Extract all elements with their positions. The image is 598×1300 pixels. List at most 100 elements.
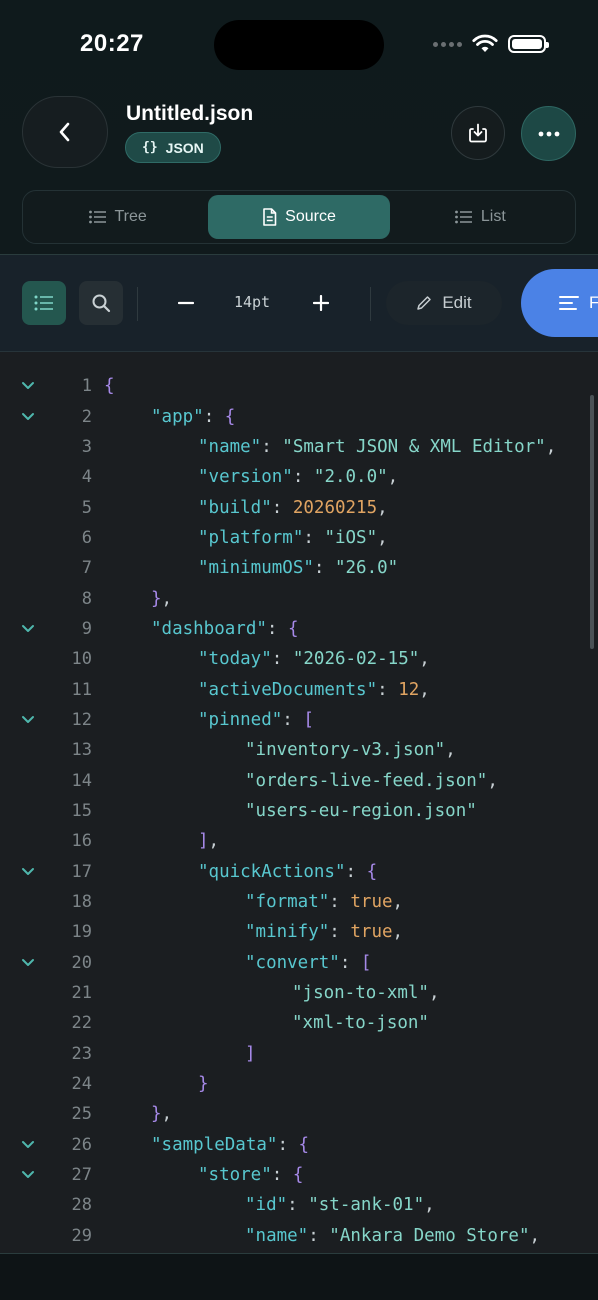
code-view[interactable]: 1{2 "app": {3 "name": "Smart JSON & XML Ed… bbox=[0, 371, 598, 1251]
format-badge: {} JSON bbox=[125, 132, 221, 163]
code-line[interactable]: 5 "build": 20260215, bbox=[0, 492, 598, 522]
code-token: [ bbox=[303, 709, 314, 730]
code-token: , bbox=[487, 770, 498, 791]
code-token: , bbox=[377, 497, 388, 518]
code-line[interactable]: 17 "quickActions": { bbox=[0, 857, 598, 887]
list-bullet-icon bbox=[88, 210, 106, 224]
fold-chevron-icon[interactable] bbox=[20, 864, 36, 880]
dynamic-island bbox=[214, 20, 384, 70]
code-line[interactable]: 23] bbox=[0, 1039, 598, 1069]
line-number: 8 bbox=[81, 588, 92, 609]
code-token: "users-eu-region.json" bbox=[245, 800, 477, 821]
code-line[interactable]: 11 "activeDocuments": 12, bbox=[0, 674, 598, 704]
fold-chevron-icon[interactable] bbox=[20, 378, 36, 394]
line-content: "minimumOS": "26.0" bbox=[104, 558, 576, 578]
list-bullet-icon bbox=[454, 210, 472, 224]
code-line[interactable]: 8}, bbox=[0, 583, 598, 613]
fold-chevron-icon[interactable] bbox=[20, 955, 36, 971]
line-content: } bbox=[104, 1074, 576, 1094]
code-token: "orders-live-feed.json" bbox=[245, 770, 488, 791]
code-line[interactable]: 25}, bbox=[0, 1099, 598, 1129]
back-button[interactable] bbox=[22, 96, 108, 168]
line-content: }, bbox=[104, 589, 576, 609]
line-number: 18 bbox=[71, 892, 92, 913]
code-line[interactable]: 29 "name": "Ankara Demo Store", bbox=[0, 1221, 598, 1251]
more-options-button[interactable] bbox=[521, 106, 576, 161]
fold-chevron-icon[interactable] bbox=[20, 1137, 36, 1153]
code-line[interactable]: 13 "inventory-v3.json", bbox=[0, 735, 598, 765]
fold-chevron-icon[interactable] bbox=[20, 712, 36, 728]
code-token: , bbox=[161, 1104, 173, 1125]
code-line[interactable]: 2 "app": { bbox=[0, 401, 598, 431]
search-button[interactable] bbox=[79, 281, 123, 325]
code-token: } bbox=[198, 1074, 209, 1095]
edit-button[interactable]: Edit bbox=[386, 281, 502, 325]
line-number: 26 bbox=[71, 1134, 92, 1155]
decrease-font-button[interactable] bbox=[168, 283, 204, 323]
line-number: 27 bbox=[71, 1165, 92, 1186]
ellipsis-icon bbox=[538, 131, 559, 136]
code-token: : bbox=[271, 1165, 293, 1186]
code-line[interactable]: 1{ bbox=[0, 371, 598, 401]
line-content: "format": true, bbox=[104, 892, 576, 912]
line-number: 29 bbox=[71, 1225, 92, 1246]
code-line[interactable]: 27 "store": { bbox=[0, 1160, 598, 1190]
code-token: : bbox=[313, 558, 335, 579]
code-token: { bbox=[366, 861, 378, 882]
code-token: "Ankara Demo Store" bbox=[329, 1225, 530, 1246]
code-line[interactable]: 28 "id": "st-ank-01", bbox=[0, 1190, 598, 1220]
line-numbers-toggle[interactable] bbox=[22, 281, 66, 325]
line-content: "id": "st-ank-01", bbox=[104, 1195, 576, 1215]
code-line[interactable]: 26 "sampleData": { bbox=[0, 1130, 598, 1160]
document-title: Untitled.json bbox=[126, 102, 254, 125]
code-line[interactable]: 9 "dashboard": { bbox=[0, 614, 598, 644]
code-line[interactable]: 21 "json-to-xml", bbox=[0, 978, 598, 1008]
code-line[interactable]: 10 "today": "2026-02-15", bbox=[0, 644, 598, 674]
code-line[interactable]: 19 "minify": true, bbox=[0, 917, 598, 947]
code-token: : bbox=[282, 709, 304, 730]
text-align-icon bbox=[559, 296, 579, 310]
code-token: : bbox=[377, 679, 399, 700]
code-line[interactable]: 16], bbox=[0, 826, 598, 856]
code-line[interactable]: 22 "xml-to-json" bbox=[0, 1008, 598, 1038]
code-token: ] bbox=[245, 1043, 256, 1064]
line-content: "app": { bbox=[104, 407, 576, 427]
fold-chevron-icon[interactable] bbox=[20, 409, 36, 425]
tab-tree[interactable]: Tree bbox=[27, 195, 208, 239]
fold-chevron-icon[interactable] bbox=[20, 1167, 36, 1183]
code-token: { bbox=[298, 1134, 310, 1155]
line-number: 13 bbox=[71, 740, 92, 761]
code-token: "st-ank-01" bbox=[308, 1195, 425, 1216]
code-token: , bbox=[419, 649, 430, 670]
line-content: "name": "Smart JSON & XML Editor", bbox=[104, 437, 576, 457]
line-content: }, bbox=[104, 1104, 576, 1124]
fold-chevron-icon[interactable] bbox=[20, 621, 36, 637]
line-number: 28 bbox=[71, 1195, 92, 1216]
tab-source[interactable]: Source bbox=[208, 195, 390, 239]
code-line[interactable]: 3 "name": "Smart JSON & XML Editor", bbox=[0, 432, 598, 462]
code-line[interactable]: 4 "version": "2.0.0", bbox=[0, 462, 598, 492]
code-line[interactable]: 18 "format": true, bbox=[0, 887, 598, 917]
line-content: "build": 20260215, bbox=[104, 498, 576, 518]
line-number: 25 bbox=[71, 1104, 92, 1125]
tab-source-label: Source bbox=[285, 208, 336, 225]
download-button[interactable] bbox=[451, 106, 505, 160]
code-line[interactable]: 15 "users-eu-region.json" bbox=[0, 796, 598, 826]
code-line[interactable]: 14 "orders-live-feed.json", bbox=[0, 765, 598, 795]
code-line[interactable]: 7 "minimumOS": "26.0" bbox=[0, 553, 598, 583]
line-content: "orders-live-feed.json", bbox=[104, 771, 576, 791]
code-line[interactable]: 6 "platform": "iOS", bbox=[0, 523, 598, 553]
code-token: { bbox=[292, 1165, 304, 1186]
plus-icon bbox=[313, 295, 329, 311]
code-line[interactable]: 20 "convert": [ bbox=[0, 948, 598, 978]
vertical-scrollbar[interactable] bbox=[590, 395, 594, 649]
code-token: : bbox=[261, 436, 283, 457]
increase-font-button[interactable] bbox=[302, 283, 340, 323]
tab-list[interactable]: List bbox=[390, 195, 571, 239]
format-button[interactable]: Format bbox=[521, 269, 598, 337]
line-number: 20 bbox=[71, 952, 92, 973]
code-line[interactable]: 12 "pinned": [ bbox=[0, 705, 598, 735]
code-line[interactable]: 24} bbox=[0, 1069, 598, 1099]
edit-button-label: Edit bbox=[442, 293, 472, 312]
code-token: "build" bbox=[198, 497, 272, 518]
